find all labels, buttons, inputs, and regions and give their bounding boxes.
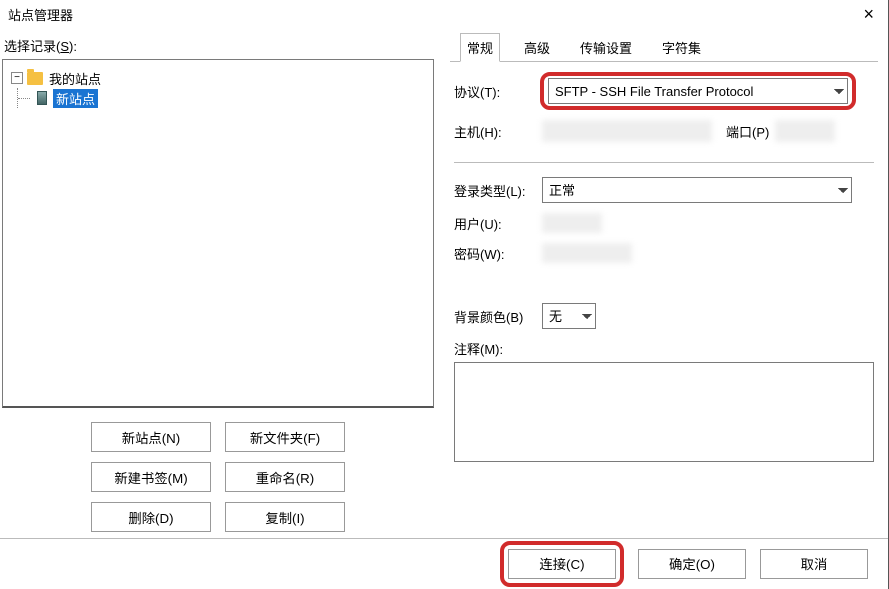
window-title: 站点管理器 [8,5,857,24]
protocol-row: 协议(T): SFTP - SSH File Transfer Protocol [454,72,874,110]
ok-button-label: 确定(O) [669,554,715,573]
new-folder-button[interactable]: 新文件夹(F) [225,422,345,452]
cancel-button-label: 取消 [801,554,828,573]
general-form: 协议(T): SFTP - SSH File Transfer Protocol… [450,62,878,465]
left-button-grid: 新站点(N) 新文件夹(F) 新建书签(M) 重命名(R) 删除(D) 复制(I… [2,422,434,532]
ok-button[interactable]: 确定(O) [638,549,746,579]
collapse-icon[interactable]: − [11,72,23,84]
connect-button-label: 连接(C) [539,554,584,573]
tab-advanced-label: 高级 [524,41,550,56]
protocol-highlight-box: SFTP - SSH File Transfer Protocol [540,72,856,110]
rename-button-label: 重命名(R) [256,468,315,487]
new-folder-button-label: 新文件夹(F) [250,428,320,447]
tree-connector-icon [17,88,35,108]
close-icon[interactable]: × [857,4,880,25]
host-label: 主机(H): [454,122,542,141]
main-area: 选择记录(S): − 我的站点 新站点 新站点(N) 新文件夹(F) 新建书签(… [0,28,888,538]
password-label: 密码(W): [454,244,542,263]
copy-button-label: 复制(I) [265,508,304,527]
tab-general[interactable]: 常规 [460,33,500,62]
note-label: 注释(M): [454,339,503,358]
tree-site-row[interactable]: 新站点 [11,88,425,108]
logon-type-select[interactable]: 正常 [542,177,852,203]
site-tree[interactable]: − 我的站点 新站点 [2,59,434,408]
protocol-label: 协议(T): [454,82,542,101]
copy-button[interactable]: 复制(I) [225,502,345,532]
tab-advanced[interactable]: 高级 [518,34,556,61]
logon-type-label: 登录类型(L): [454,181,542,200]
password-input-redacted[interactable] [542,243,632,263]
select-record-label-prefix: 选择记录( [4,39,60,54]
new-bookmark-button-label: 新建书签(M) [114,468,187,487]
port-input-redacted[interactable] [775,120,835,142]
delete-button-label: 删除(D) [128,508,173,527]
tree-root-label: 我的站点 [49,69,101,88]
left-pane: 选择记录(S): − 我的站点 新站点 新站点(N) 新文件夹(F) 新建书签(… [0,28,440,538]
folder-icon [27,72,43,85]
select-record-label-suffix: ): [69,39,77,54]
bgcolor-row: 背景颜色(B) 无 [454,303,874,329]
tab-transfer-label: 传输设置 [580,41,632,56]
cancel-button[interactable]: 取消 [760,549,868,579]
tab-charset[interactable]: 字符集 [656,34,707,61]
server-icon [37,91,47,105]
connect-button[interactable]: 连接(C) [508,549,616,579]
bgcolor-select[interactable]: 无 [542,303,596,329]
note-textarea[interactable] [454,362,874,462]
delete-button[interactable]: 删除(D) [91,502,211,532]
tab-charset-label: 字符集 [662,41,701,56]
protocol-select[interactable]: SFTP - SSH File Transfer Protocol [548,78,848,104]
user-label: 用户(U): [454,214,542,233]
title-bar: 站点管理器 × [0,0,888,28]
host-row: 主机(H): 端口(P) [454,120,874,142]
tree-root-row[interactable]: − 我的站点 [11,68,425,88]
separator-1 [454,162,874,163]
user-input-redacted[interactable] [542,213,602,233]
select-record-label-key: S [60,39,69,54]
note-label-row: 注释(M): [454,339,874,358]
tab-transfer[interactable]: 传输设置 [574,34,638,61]
right-pane: 常规 高级 传输设置 字符集 协议(T): SFTP - SSH File Tr… [440,28,888,538]
select-record-label: 选择记录(S): [4,36,434,55]
user-row: 用户(U): [454,213,874,233]
tab-general-label: 常规 [467,41,493,56]
host-input-redacted[interactable] [542,120,712,142]
logon-row: 登录类型(L): 正常 [454,177,874,203]
new-bookmark-button[interactable]: 新建书签(M) [91,462,211,492]
bottom-bar: 连接(C) 确定(O) 取消 [0,538,888,588]
bgcolor-label: 背景颜色(B) [454,307,542,326]
connect-highlight-box: 连接(C) [500,541,624,587]
password-row: 密码(W): [454,243,874,263]
port-label: 端口(P) [726,122,769,141]
new-site-button[interactable]: 新站点(N) [91,422,211,452]
tabs: 常规 高级 传输设置 字符集 [450,34,878,62]
new-site-button-label: 新站点(N) [122,428,181,447]
rename-button[interactable]: 重命名(R) [225,462,345,492]
tree-site-label: 新站点 [53,89,98,108]
